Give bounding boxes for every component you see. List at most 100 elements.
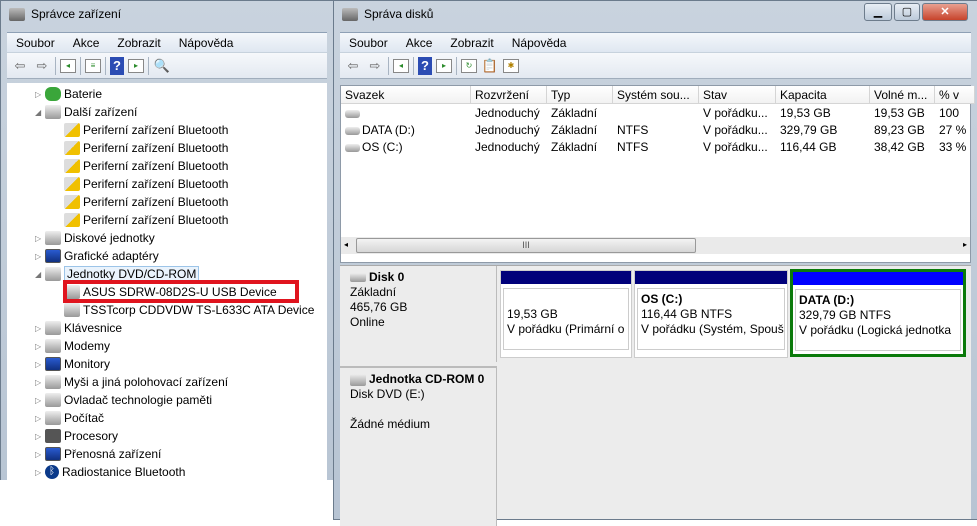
tree-item[interactable]: ▷ Procesory: [35, 427, 118, 445]
tree-item[interactable]: ▷ ᛒ Radiostanice Bluetooth: [35, 463, 185, 481]
refresh-icon[interactable]: ↻: [461, 58, 477, 73]
table-cell[interactable]: 27 %: [939, 122, 975, 139]
expand-icon[interactable]: ▷: [35, 396, 43, 405]
expand-icon[interactable]: ▷: [35, 90, 43, 99]
show-hide-tree-icon[interactable]: ◂: [393, 58, 409, 73]
menu-soubor[interactable]: Soubor: [7, 36, 64, 50]
column-header[interactable]: Svazek: [341, 86, 471, 104]
tree-item[interactable]: Periferní zařízení Bluetooth: [64, 121, 228, 139]
table-cell[interactable]: 100: [939, 105, 975, 122]
back-icon[interactable]: ⇦: [11, 57, 29, 75]
partition-block[interactable]: 19,53 GB V pořádku (Primární o: [500, 270, 632, 358]
expand-icon[interactable]: ▷: [35, 468, 43, 477]
forward-icon[interactable]: ⇨: [366, 57, 384, 75]
table-cell[interactable]: V pořádku...: [703, 105, 776, 122]
tree-item[interactable]: ▷ Grafické adaptéry: [35, 247, 159, 265]
column-header[interactable]: Kapacita: [776, 86, 870, 104]
expand-icon[interactable]: ▷: [35, 450, 43, 459]
table-cell[interactable]: Základní: [551, 122, 613, 139]
help-icon[interactable]: ?: [418, 56, 432, 75]
tree-item[interactable]: ▷ Myši a jiná polohovací zařízení: [35, 373, 228, 391]
expand-icon[interactable]: ▷: [35, 252, 43, 261]
close-button[interactable]: ✕: [922, 3, 968, 21]
table-cell[interactable]: Jednoduchý: [475, 105, 547, 122]
tree-item[interactable]: ▷ Počítač: [35, 409, 104, 427]
menu-zobrazit[interactable]: Zobrazit: [108, 36, 169, 50]
table-cell[interactable]: NTFS: [617, 139, 699, 156]
tree-item[interactable]: Periferní zařízení Bluetooth: [64, 211, 228, 229]
menu-akce[interactable]: Akce: [397, 36, 442, 50]
tree-item[interactable]: ▷ Modemy: [35, 337, 110, 355]
collapse-icon[interactable]: ◢: [35, 270, 43, 279]
maximize-button[interactable]: ▢: [894, 3, 920, 21]
table-cell[interactable]: V pořádku...: [703, 139, 776, 156]
table-cell[interactable]: 329,79 GB: [780, 122, 870, 139]
scroll-right-icon[interactable]: ▸: [963, 240, 967, 249]
expand-icon[interactable]: ▷: [35, 234, 43, 243]
partition-block[interactable]: DATA (D:) 329,79 GB NTFS V pořádku (Logick…: [790, 269, 966, 357]
tree-item[interactable]: ▷ Ovladač technologie paměti: [35, 391, 212, 409]
menu-akce[interactable]: Akce: [64, 36, 109, 50]
expand-icon[interactable]: ▷: [35, 378, 43, 387]
cdrom0-label[interactable]: Jednotka CD-ROM 0 Disk DVD (E:) Žádné mé…: [340, 366, 497, 526]
horizontal-scrollbar[interactable]: ◂ III ▸: [341, 237, 970, 254]
menu-zobrazit[interactable]: Zobrazit: [441, 36, 502, 50]
scroll-thumb[interactable]: III: [356, 238, 696, 253]
table-cell[interactable]: 19,53 GB: [780, 105, 870, 122]
table-cell[interactable]: 38,42 GB: [874, 139, 935, 156]
tree-item[interactable]: Periferní zařízení Bluetooth: [64, 175, 228, 193]
column-header[interactable]: Typ: [547, 86, 613, 104]
expand-icon[interactable]: ▷: [35, 342, 43, 351]
disk0-label[interactable]: Disk 0 Základní 465,76 GB Online: [340, 266, 497, 362]
table-cell[interactable]: Jednoduchý: [475, 122, 547, 139]
collapse-icon[interactable]: ◢: [35, 108, 43, 117]
table-cell[interactable]: 19,53 GB: [874, 105, 935, 122]
tree-item[interactable]: Periferní zařízení Bluetooth: [64, 139, 228, 157]
tree-item[interactable]: ▷ Přenosná zařízení: [35, 445, 161, 463]
table-cell[interactable]: 89,23 GB: [874, 122, 935, 139]
table-cell[interactable]: OS (C:): [345, 139, 471, 156]
expand-icon[interactable]: ▷: [35, 360, 43, 369]
tree-item[interactable]: TSSTcorp CDDVDW TS-L633C ATA Device: [64, 301, 314, 319]
forward-icon[interactable]: ⇨: [33, 57, 51, 75]
column-header[interactable]: Systém sou...: [613, 86, 699, 104]
menu-soubor[interactable]: Soubor: [340, 36, 397, 50]
table-cell[interactable]: DATA (D:): [345, 122, 471, 139]
table-cell[interactable]: Základní: [551, 139, 613, 156]
table-cell[interactable]: Jednoduchý: [475, 139, 547, 156]
action-pane-icon[interactable]: ▸: [436, 58, 452, 73]
minimize-button[interactable]: ▁: [864, 3, 892, 21]
menu-napoveda[interactable]: Nápověda: [503, 36, 576, 50]
tree-item[interactable]: ◢ Další zařízení: [35, 103, 137, 121]
properties-icon[interactable]: ≡: [85, 58, 101, 73]
tree-item[interactable]: ▷ Diskové jednotky: [35, 229, 155, 247]
tree-item[interactable]: ▷ Baterie: [35, 85, 102, 103]
table-cell[interactable]: 33 %: [939, 139, 975, 156]
back-icon[interactable]: ⇦: [344, 57, 362, 75]
expand-icon[interactable]: ▷: [35, 414, 43, 423]
column-header[interactable]: Rozvržení: [471, 86, 547, 104]
tree-item[interactable]: Periferní zařízení Bluetooth: [64, 157, 228, 175]
properties-icon[interactable]: 📋: [481, 57, 499, 75]
expand-icon[interactable]: ▷: [35, 432, 43, 441]
column-header[interactable]: Stav: [699, 86, 776, 104]
column-header[interactable]: Volné m...: [870, 86, 935, 104]
tree-item[interactable]: Periferní zařízení Bluetooth: [64, 193, 228, 211]
scan-hardware-icon[interactable]: 🔍: [153, 57, 171, 75]
table-cell[interactable]: Základní: [551, 105, 613, 122]
scroll-left-icon[interactable]: ◂: [344, 240, 348, 249]
table-cell[interactable]: V pořádku...: [703, 122, 776, 139]
settings-icon[interactable]: ✱: [503, 58, 519, 73]
column-header[interactable]: % v: [935, 86, 975, 104]
table-cell[interactable]: NTFS: [617, 122, 699, 139]
table-cell[interactable]: [345, 105, 471, 122]
help-icon[interactable]: ?: [110, 56, 124, 75]
show-hide-tree-icon[interactable]: ◂: [60, 58, 76, 73]
partition-block[interactable]: OS (C:) 116,44 GB NTFS V pořádku (Systém, …: [634, 270, 788, 358]
tree-item[interactable]: ▷ Klávesnice: [35, 319, 122, 337]
table-cell[interactable]: 116,44 GB: [780, 139, 870, 156]
menu-napoveda[interactable]: Nápověda: [170, 36, 243, 50]
table-cell[interactable]: [617, 105, 699, 122]
tree-item[interactable]: ▷ Monitory: [35, 355, 110, 373]
action-pane-icon[interactable]: ▸: [128, 58, 144, 73]
